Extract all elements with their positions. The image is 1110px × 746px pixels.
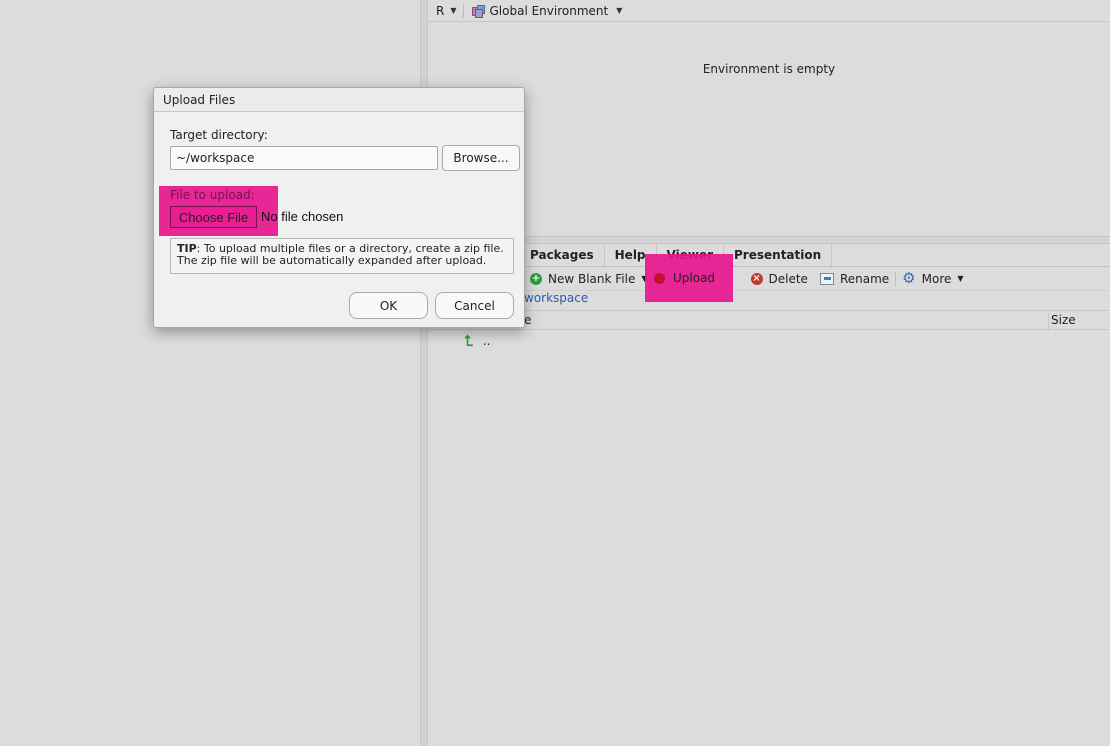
new-blank-file-button[interactable]: + New Blank File ▼ [524,271,654,287]
environment-toolbar: R ▼ Global Environment ▼ [428,0,1110,22]
choose-file-button[interactable]: Choose File [170,206,257,228]
right-pane [428,0,1110,746]
rename-icon [819,272,834,285]
environment-empty-message: Environment is empty [702,62,836,76]
parent-directory-row[interactable]: ⮤ .. [464,332,491,350]
horizontal-splitter[interactable] [428,236,1110,244]
delete-icon: × [750,272,763,285]
ok-button[interactable]: OK [349,292,428,319]
file-to-upload-label: File to upload: [170,188,255,202]
cancel-button[interactable]: Cancel [435,292,514,319]
parent-directory-label: .. [482,334,491,348]
name-column-header[interactable]: e [524,313,531,327]
upload-files-dialog: Upload Files Target directory: Browse...… [153,87,525,328]
environment-scope-label: Global Environment [489,3,609,18]
upload-icon [654,272,665,284]
environment-scope-dropdown[interactable]: Global Environment ▼ [464,3,623,18]
gear-icon: ⚙ [902,269,916,287]
target-directory-label: Target directory: [170,128,268,142]
tab-presentation[interactable]: Presentation [724,244,833,266]
breadcrumb[interactable]: workspace [524,291,588,305]
up-arrow-icon: ⮤ [464,332,473,350]
rename-button[interactable]: Rename [814,271,895,287]
add-icon: + [530,272,542,285]
no-file-chosen-text: No file chosen [261,209,344,224]
new-blank-file-label: New Blank File [548,271,636,286]
tip-box: TIP: To upload multiple files or a direc… [170,238,514,274]
more-button[interactable]: ⚙ More ▼ [896,271,969,287]
upload-button[interactable]: Upload [654,271,715,285]
language-dropdown[interactable]: R ▼ [436,3,464,18]
environment-cube-icon [471,4,486,18]
tab-packages[interactable]: Packages [520,244,605,266]
delete-label: Delete [768,271,808,286]
files-pane-tabs: Packages Help Viewer Presentation [428,244,1110,267]
chevron-down-icon: ▼ [450,6,457,15]
files-toolbar: + New Blank File ▼ × Delete Rename ⚙ Mor… [428,267,1110,291]
tip-line-2: The zip file will be automatically expan… [177,254,487,267]
rename-label: Rename [839,271,890,286]
browse-button[interactable]: Browse... [442,145,520,171]
more-label: More [921,271,952,286]
delete-button[interactable]: × Delete [745,271,814,287]
target-directory-input[interactable] [170,146,438,170]
size-column-header[interactable]: Size [1048,313,1110,331]
language-label: R [436,3,445,18]
chevron-down-icon: ▼ [616,6,623,15]
file-list-header: e Size [428,310,1110,331]
chevron-down-icon: ▼ [957,274,964,283]
upload-label: Upload [673,271,716,285]
dialog-title: Upload Files [154,88,524,112]
